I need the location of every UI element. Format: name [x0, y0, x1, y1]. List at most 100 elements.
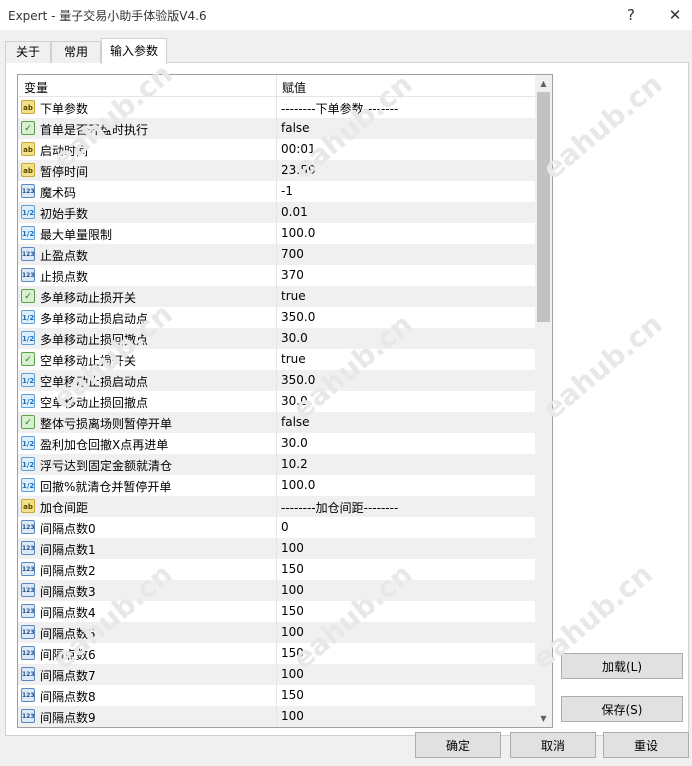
table-row[interactable]: 123 间隔点数5 100 — [18, 622, 535, 643]
table-row[interactable]: 1/2 初始手数 0.01 — [18, 202, 535, 223]
tab-common[interactable]: 常用 — [51, 41, 101, 63]
table-row[interactable]: ab 加仓间距 --------加仓间距-------- — [18, 496, 535, 517]
load-button[interactable]: 加载(L) — [561, 653, 683, 679]
parameter-value[interactable]: -1 — [281, 184, 293, 198]
double-type-icon: 1/2 — [21, 373, 35, 387]
parameter-value[interactable]: 700 — [281, 247, 304, 261]
parameter-value[interactable]: --------下单参数-------- — [281, 100, 398, 117]
parameter-value[interactable]: --------加仓间距-------- — [281, 499, 398, 516]
parameter-value[interactable]: 30.0 — [281, 436, 308, 450]
table-row[interactable]: ✓ 首单是否开盘时执行 false — [18, 118, 535, 139]
table-row[interactable]: 123 间隔点数2 150 — [18, 559, 535, 580]
parameter-value[interactable]: 30.0 — [281, 331, 308, 345]
parameter-name: 间隔点数2 — [40, 564, 96, 578]
parameter-value[interactable]: 10.2 — [281, 457, 308, 471]
cell-divider — [276, 328, 277, 349]
cancel-button[interactable]: 取消 — [510, 732, 596, 758]
parameter-value[interactable]: 100 — [281, 667, 304, 681]
table-row[interactable]: 123 止损点数 370 — [18, 265, 535, 286]
double-type-icon: 1/2 — [21, 226, 35, 240]
table-row[interactable]: 1/2 多单移动止损回撤点 30.0 — [18, 328, 535, 349]
parameter-value[interactable]: false — [281, 415, 310, 429]
ok-button[interactable]: 确定 — [415, 732, 501, 758]
window-title: Expert - 量子交易小助手体验版V4.6 — [8, 9, 207, 23]
parameter-value[interactable]: 100.0 — [281, 478, 315, 492]
parameter-value[interactable]: 23:59 — [281, 163, 316, 177]
scroll-down-icon[interactable]: ▼ — [535, 710, 552, 727]
parameter-value[interactable]: 100 — [281, 709, 304, 723]
scroll-up-icon[interactable]: ▲ — [535, 75, 552, 92]
table-row[interactable]: ab 暂停时间 23:59 — [18, 160, 535, 181]
table-row[interactable]: 1/2 多单移动止损启动点 350.0 — [18, 307, 535, 328]
cell-divider — [276, 370, 277, 391]
cell-divider — [276, 223, 277, 244]
table-row[interactable]: ✓ 多单移动止损开关 true — [18, 286, 535, 307]
table-row[interactable]: 1/2 浮亏达到固定金额就清仓 10.2 — [18, 454, 535, 475]
parameter-name: 间隔点数7 — [40, 669, 96, 683]
table-row[interactable]: 1/2 盈利加仓回撤X点再进单 30.0 — [18, 433, 535, 454]
vertical-scrollbar[interactable]: ▲ ▼ — [535, 75, 552, 727]
table-row[interactable]: 1/2 空单移动止损回撤点 30.0 — [18, 391, 535, 412]
parameter-value[interactable]: 30.0 — [281, 394, 308, 408]
scroll-thumb[interactable] — [537, 92, 550, 322]
parameter-value[interactable]: true — [281, 352, 306, 366]
parameter-value[interactable]: false — [281, 121, 310, 135]
parameter-value[interactable]: 100.0 — [281, 226, 315, 240]
column-header-variable[interactable]: 变量 — [24, 79, 48, 96]
parameter-value[interactable]: 150 — [281, 604, 304, 618]
table-row[interactable]: 123 间隔点数0 0 — [18, 517, 535, 538]
parameter-value[interactable]: 150 — [281, 562, 304, 576]
parameter-value[interactable]: 350.0 — [281, 310, 315, 324]
table-row[interactable]: 123 间隔点数7 100 — [18, 664, 535, 685]
parameter-value[interactable]: 350.0 — [281, 373, 315, 387]
integer-type-icon: 123 — [21, 604, 35, 618]
parameter-value[interactable]: 0 — [281, 520, 289, 534]
table-row[interactable]: 123 间隔点数4 150 — [18, 601, 535, 622]
double-type-icon: 1/2 — [21, 205, 35, 219]
table-row[interactable]: ✓ 空单移动止损开关 true — [18, 349, 535, 370]
help-button[interactable]: ? — [616, 4, 646, 26]
parameter-value[interactable]: 370 — [281, 268, 304, 282]
table-row[interactable]: ✓ 整体亏损离场则暂停开单 false — [18, 412, 535, 433]
cell-divider — [276, 601, 277, 622]
column-header-value[interactable]: 赋值 — [282, 79, 306, 96]
table-row[interactable]: 123 间隔点数1 100 — [18, 538, 535, 559]
parameter-value[interactable]: 150 — [281, 688, 304, 702]
tab-about[interactable]: 关于 — [5, 41, 51, 63]
close-button[interactable]: ✕ — [660, 4, 690, 26]
table-row[interactable]: 123 魔术码 -1 — [18, 181, 535, 202]
table-row[interactable]: ab 下单参数 --------下单参数-------- — [18, 97, 535, 118]
parameter-value[interactable]: 0.01 — [281, 205, 308, 219]
save-button[interactable]: 保存(S) — [561, 696, 683, 722]
table-row[interactable]: 123 间隔点数6 150 — [18, 643, 535, 664]
table-row[interactable]: 123 间隔点数8 150 — [18, 685, 535, 706]
parameter-name: 魔术码 — [40, 186, 77, 200]
parameter-name: 浮亏达到固定金额就清仓 — [40, 459, 173, 473]
table-row[interactable]: 1/2 空单移动止损启动点 350.0 — [18, 370, 535, 391]
reset-button[interactable]: 重设 — [603, 732, 689, 758]
table-row[interactable]: 123 间隔点数9 100 — [18, 706, 535, 727]
table-row[interactable]: 123 止盈点数 700 — [18, 244, 535, 265]
string-type-icon: ab — [21, 100, 35, 114]
parameter-name: 回撤%就清仓并暂停开单 — [40, 480, 172, 494]
parameter-value[interactable]: 150 — [281, 646, 304, 660]
parameter-value[interactable]: 100 — [281, 541, 304, 555]
parameter-value[interactable]: 00:01 — [281, 142, 316, 156]
parameter-value[interactable]: true — [281, 289, 306, 303]
tab-inputs[interactable]: 输入参数 — [101, 38, 167, 64]
parameter-value[interactable]: 100 — [281, 583, 304, 597]
parameter-value[interactable]: 100 — [281, 625, 304, 639]
table-rows: ab 下单参数 --------下单参数-------- ✓ 首单是否开盘时执行 fals… — [18, 97, 535, 727]
table-row[interactable]: 1/2 最大单量限制 100.0 — [18, 223, 535, 244]
cell-divider — [276, 97, 277, 118]
cell-divider — [276, 622, 277, 643]
cell-divider — [276, 265, 277, 286]
string-type-icon: ab — [21, 499, 35, 513]
table-row[interactable]: ab 启动时间 00:01 — [18, 139, 535, 160]
parameter-name: 间隔点数3 — [40, 585, 96, 599]
table-row[interactable]: 123 间隔点数3 100 — [18, 580, 535, 601]
integer-type-icon: 123 — [21, 688, 35, 702]
column-divider[interactable] — [276, 75, 277, 96]
table-row[interactable]: 1/2 回撤%就清仓并暂停开单 100.0 — [18, 475, 535, 496]
parameter-name: 多单移动止损回撤点 — [40, 333, 149, 347]
